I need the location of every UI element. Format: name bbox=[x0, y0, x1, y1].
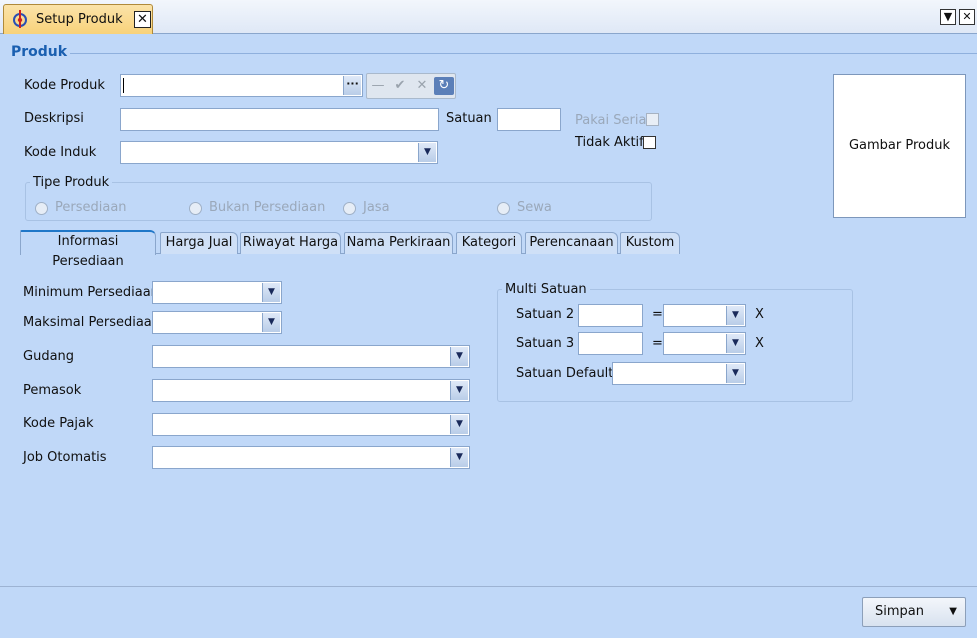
satuan-label: Satuan bbox=[446, 111, 492, 126]
satuan2-input[interactable] bbox=[578, 304, 643, 327]
satuan2-label: Satuan 2 bbox=[516, 307, 575, 322]
kode-pajak-label: Kode Pajak bbox=[23, 416, 94, 431]
tab-kustom[interactable]: Kustom bbox=[620, 232, 680, 254]
simpan-label: Simpan bbox=[875, 604, 924, 619]
job-otomatis-label: Job Otomatis bbox=[23, 450, 107, 465]
chevron-down-icon[interactable]: ▼ bbox=[418, 143, 436, 162]
tab-informasi-persediaan[interactable]: Informasi Persediaan bbox=[20, 230, 156, 269]
satuan2-times: X bbox=[755, 307, 764, 322]
radio-jasa-label: Jasa bbox=[363, 200, 390, 215]
window-menu-icon[interactable]: ▼ bbox=[940, 9, 956, 25]
multi-satuan-legend: Multi Satuan bbox=[502, 282, 590, 297]
tab-nama-perkiraan[interactable]: Nama Perkiraan bbox=[344, 232, 453, 254]
gudang-combo[interactable]: ▼ bbox=[152, 345, 470, 368]
pemasok-combo[interactable]: ▼ bbox=[152, 379, 470, 402]
kode-pajak-combo[interactable]: ▼ bbox=[152, 413, 470, 436]
maksimal-persediaan-combo[interactable]: ▼ bbox=[152, 311, 282, 334]
chevron-down-icon[interactable]: ▼ bbox=[949, 606, 957, 617]
close-tab-icon[interactable]: ✕ bbox=[134, 11, 151, 28]
satuan3-combo[interactable]: ▼ bbox=[663, 332, 746, 355]
minimum-persediaan-combo[interactable]: ▼ bbox=[152, 281, 282, 304]
job-otomatis-combo[interactable]: ▼ bbox=[152, 446, 470, 469]
minimum-persediaan-label: Minimum Persediaan bbox=[23, 285, 159, 300]
maksimal-persediaan-label: Maksimal Persediaan bbox=[23, 315, 160, 330]
chevron-down-icon[interactable]: ▼ bbox=[726, 334, 744, 353]
product-image-label: Gambar Produk bbox=[848, 138, 951, 153]
kode-produk-input[interactable]: ··· bbox=[120, 74, 363, 97]
deskripsi-input[interactable] bbox=[120, 108, 439, 131]
satuan3-equals: = bbox=[652, 336, 663, 351]
chevron-down-icon[interactable]: ▼ bbox=[450, 347, 468, 366]
tab-harga-jual[interactable]: Harga Jual bbox=[160, 232, 238, 254]
kode-induk-combo[interactable]: ▼ bbox=[120, 141, 438, 164]
chevron-down-icon[interactable]: ▼ bbox=[726, 364, 744, 383]
radio-bukan-persediaan-label: Bukan Persediaan bbox=[209, 200, 326, 215]
minus-icon[interactable]: — bbox=[368, 77, 388, 95]
satuan2-combo[interactable]: ▼ bbox=[663, 304, 746, 327]
radio-bukan-persediaan[interactable] bbox=[189, 202, 202, 215]
text-cursor bbox=[123, 78, 124, 93]
tab-riwayat-harga[interactable]: Riwayat Harga bbox=[240, 232, 341, 254]
tab-kategori[interactable]: Kategori bbox=[456, 232, 522, 254]
radio-persediaan-label: Persediaan bbox=[55, 200, 127, 215]
document-tab[interactable]: Setup Produk ✕ bbox=[3, 4, 153, 34]
tab-perencanaan[interactable]: Perencanaan bbox=[525, 232, 618, 254]
satuan3-times: X bbox=[755, 336, 764, 351]
section-divider bbox=[70, 53, 977, 54]
deskripsi-label: Deskripsi bbox=[24, 111, 84, 126]
chevron-down-icon[interactable]: ▼ bbox=[450, 381, 468, 400]
product-image-box[interactable]: Gambar Produk bbox=[833, 74, 966, 218]
chevron-down-icon[interactable]: ▼ bbox=[726, 306, 744, 325]
tidak-aktif-label: Tidak Aktif bbox=[575, 135, 644, 150]
check-icon[interactable]: ✔ bbox=[390, 77, 410, 95]
radio-sewa-label: Sewa bbox=[517, 200, 552, 215]
footer-divider bbox=[0, 586, 977, 587]
pakai-serial-checkbox[interactable] bbox=[646, 113, 659, 126]
satuan-default-label: Satuan Default bbox=[516, 366, 614, 381]
kode-induk-label: Kode Induk bbox=[24, 145, 97, 160]
kode-produk-lookup-button[interactable]: ··· bbox=[343, 76, 361, 95]
satuan3-label: Satuan 3 bbox=[516, 336, 575, 351]
radio-persediaan[interactable] bbox=[35, 202, 48, 215]
window-close-icon[interactable]: ✕ bbox=[959, 9, 975, 25]
chevron-down-icon[interactable]: ▼ bbox=[262, 313, 280, 332]
radio-jasa[interactable] bbox=[343, 202, 356, 215]
satuan-default-combo[interactable]: ▼ bbox=[612, 362, 746, 385]
pemasok-label: Pemasok bbox=[23, 383, 82, 398]
record-toolstrip: — ✔ ✕ ↻ bbox=[366, 73, 456, 99]
document-tab-title: Setup Produk bbox=[36, 12, 123, 27]
radio-sewa[interactable] bbox=[497, 202, 510, 215]
satuan3-input[interactable] bbox=[578, 332, 643, 355]
tidak-aktif-checkbox[interactable] bbox=[643, 136, 656, 149]
chevron-down-icon[interactable]: ▼ bbox=[262, 283, 280, 302]
gudang-label: Gudang bbox=[23, 349, 75, 364]
section-title: Produk bbox=[11, 44, 68, 60]
cross-icon[interactable]: ✕ bbox=[412, 77, 432, 95]
app-icon bbox=[13, 10, 27, 28]
satuan2-equals: = bbox=[652, 307, 663, 322]
kode-produk-label: Kode Produk bbox=[24, 78, 105, 93]
satuan-input[interactable] bbox=[497, 108, 561, 131]
refresh-icon[interactable]: ↻ bbox=[434, 77, 454, 95]
chevron-down-icon[interactable]: ▼ bbox=[450, 415, 468, 434]
tipe-produk-legend: Tipe Produk bbox=[30, 175, 113, 190]
pakai-serial-label: Pakai Serial bbox=[575, 113, 651, 128]
chevron-down-icon[interactable]: ▼ bbox=[450, 448, 468, 467]
simpan-button[interactable]: Simpan ▼ bbox=[862, 597, 966, 627]
